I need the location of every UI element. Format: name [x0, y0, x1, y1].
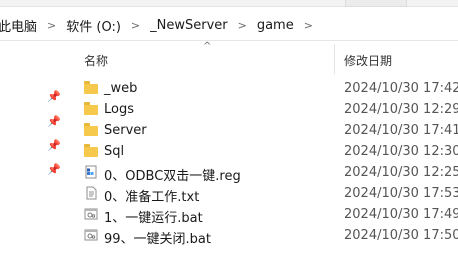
list-item[interactable]: Sql 2024/10/30 12:30	[80, 141, 458, 162]
window-top-edge	[0, 0, 458, 7]
list-item[interactable]: 99、一键关闭.bat 2024/10/30 17:50	[80, 225, 458, 247]
file-name: 99、一键关闭.bat	[104, 232, 211, 247]
file-date: 2024/10/30 17:41	[344, 123, 458, 138]
file-date: 2024/10/30 17:49	[344, 207, 458, 222]
pin-icon[interactable]: 📌	[47, 90, 61, 103]
folder-icon	[84, 81, 98, 95]
folder-icon	[84, 102, 98, 116]
breadcrumb[interactable]: 此电脑 > 软件 (O:) > _NewServer > game >	[0, 10, 458, 41]
chevron-right-icon[interactable]: >	[47, 19, 56, 32]
chevron-right-icon[interactable]: >	[238, 19, 247, 32]
pin-icon[interactable]: 📌	[47, 163, 61, 176]
file-date: 2024/10/30 12:29	[344, 102, 458, 117]
file-name: _web	[104, 81, 138, 96]
column-date-header[interactable]: 修改日期	[344, 52, 392, 69]
text-file-icon	[84, 186, 98, 200]
file-name: 0、准备工作.txt	[104, 190, 200, 205]
list-item[interactable]: 0、准备工作.txt 2024/10/30 17:53	[80, 183, 458, 205]
folder-icon	[84, 123, 98, 137]
breadcrumb-game[interactable]: game	[255, 16, 296, 35]
file-date: 2024/10/30 17:50	[344, 228, 458, 243]
file-name: Server	[104, 123, 147, 138]
chevron-right-icon[interactable]: >	[131, 19, 140, 32]
file-date: 2024/10/30 12:30	[344, 144, 458, 159]
sort-up-icon: ^	[203, 41, 212, 52]
column-name-header[interactable]: 名称	[84, 52, 108, 69]
list-item[interactable]: _web 2024/10/30 17:42	[80, 78, 458, 99]
breadcrumb-this-pc[interactable]: 此电脑	[0, 14, 39, 37]
file-name: Logs	[104, 102, 134, 117]
file-name: Sql	[104, 144, 125, 159]
pin-icon[interactable]: 📌	[47, 115, 61, 128]
list-item[interactable]: 1、一键运行.bat 2024/10/30 17:49	[80, 204, 458, 226]
pin-icon[interactable]: 📌	[47, 139, 61, 152]
file-name: 1、一键运行.bat	[104, 211, 203, 226]
breadcrumb-drive[interactable]: 软件 (O:)	[64, 14, 123, 37]
folder-icon	[84, 144, 98, 158]
tab-fragment[interactable]	[345, 0, 407, 7]
batch-file-icon	[84, 207, 98, 221]
chevron-right-icon[interactable]: >	[304, 19, 313, 32]
breadcrumb-newserver[interactable]: _NewServer	[148, 16, 230, 35]
file-date: 2024/10/30 12:25	[344, 165, 458, 180]
registry-file-icon	[84, 165, 98, 179]
file-date: 2024/10/30 17:53	[344, 186, 458, 201]
batch-file-icon	[84, 228, 98, 242]
list-item[interactable]: Logs 2024/10/30 12:29	[80, 99, 458, 120]
column-header: ^ 名称 修改日期	[0, 41, 458, 76]
file-name: 0、ODBC双击一键.reg	[104, 169, 241, 184]
file-date: 2024/10/30 17:42	[344, 81, 458, 96]
list-item[interactable]: Server 2024/10/30 17:41	[80, 120, 458, 141]
column-divider[interactable]	[334, 44, 335, 74]
list-item[interactable]: 0、ODBC双击一键.reg 2024/10/30 12:25	[80, 162, 458, 184]
